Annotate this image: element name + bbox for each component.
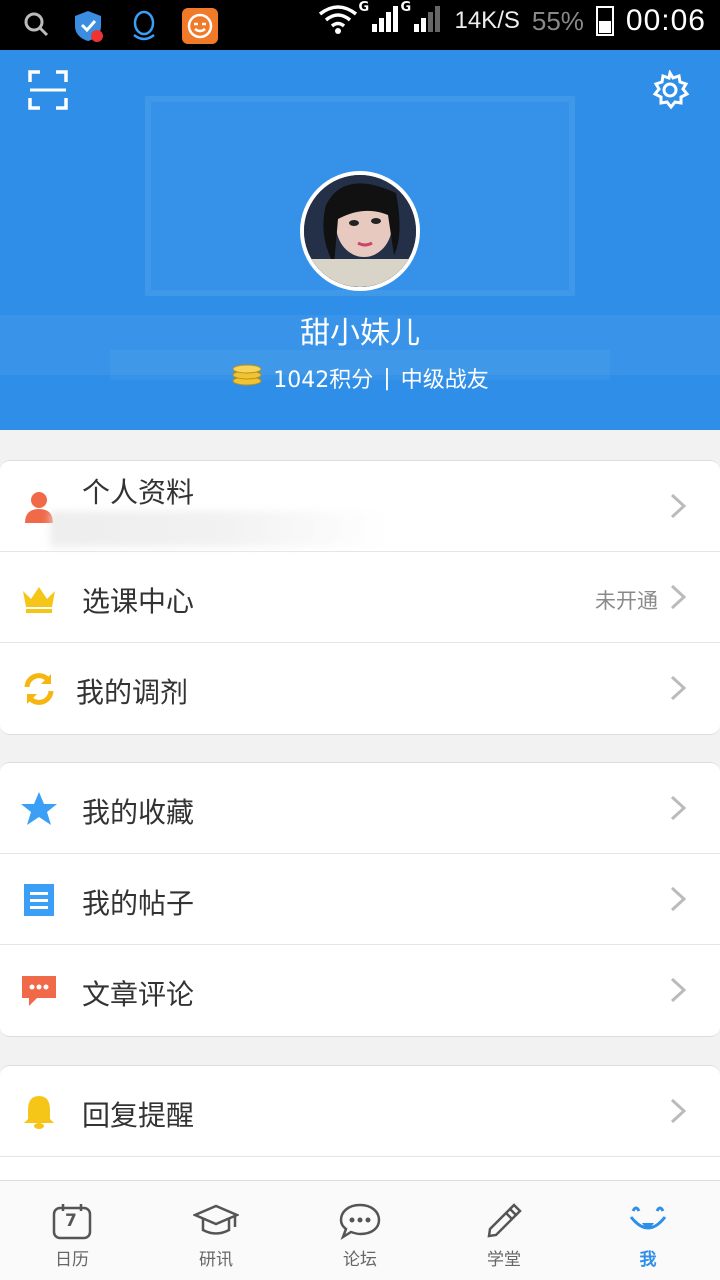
menu-item-profile[interactable]: 个人资料: [0, 461, 720, 552]
menu-item-reply-reminder[interactable]: 回复提醒: [0, 1066, 720, 1157]
tab-me[interactable]: 我: [576, 1181, 720, 1280]
battery-percent: 55%: [531, 5, 584, 36]
tab-forum[interactable]: 论坛: [288, 1181, 432, 1280]
tab-label: 论坛: [343, 1250, 377, 1270]
signal-1: G: [358, 0, 400, 38]
tab-label: 日历: [55, 1250, 89, 1270]
network-speed: 14K/S: [454, 7, 520, 34]
battery-icon: [595, 6, 614, 36]
user-stats: 1042积分 | 中级战友: [0, 362, 720, 394]
avatar[interactable]: [300, 171, 420, 291]
signal-2: G: [400, 0, 442, 38]
status-bar: G G 14K/S 55% 00:06: [0, 0, 720, 50]
tab-school[interactable]: 学堂: [432, 1181, 576, 1280]
bottom-tab-bar: 7 日历 研讯 论坛 学堂 我: [0, 1180, 720, 1280]
network-type-1: G: [358, 0, 370, 15]
comment-icon: [20, 972, 58, 1010]
document-icon: [20, 881, 58, 919]
username: 甜小妹儿: [300, 316, 420, 351]
tab-calendar[interactable]: 7 日历: [0, 1181, 144, 1280]
tab-label: 我: [639, 1250, 657, 1270]
tab-label: 研讯: [199, 1250, 233, 1270]
chevron-right-icon: [668, 795, 688, 821]
menu-group-profile: 个人资料 选课中心 未开通 我的调剂: [0, 460, 720, 735]
security-app-icon: [70, 8, 106, 44]
menu-item-label: 个人资料: [82, 476, 195, 509]
blurred-content: [50, 511, 390, 547]
crown-icon: [20, 579, 58, 617]
level-badge: 中级战友: [400, 368, 489, 393]
chevron-right-icon: [668, 886, 688, 912]
menu-item-label: 选课中心: [82, 585, 195, 618]
menu-group-notifications: 回复提醒: [0, 1065, 720, 1185]
graduation-cap-icon: [193, 1201, 239, 1241]
tab-news[interactable]: 研讯: [144, 1181, 288, 1280]
chevron-right-icon: [668, 675, 688, 701]
menu-item-label: 我的调剂: [76, 676, 189, 709]
scan-icon[interactable]: [28, 70, 68, 110]
coins-icon: [231, 364, 263, 392]
qq-icon: [126, 8, 162, 44]
wifi-icon: [318, 4, 358, 38]
status-badge: 未开通: [595, 589, 658, 613]
profile-header: 甜小妹儿 1042积分 | 中级战友: [0, 50, 720, 430]
network-type-2: G: [400, 0, 412, 15]
menu-group-content: 我的收藏 我的帖子 文章评论: [0, 762, 720, 1037]
bell-icon: [20, 1093, 58, 1131]
menu-item-adjustment[interactable]: 我的调剂: [0, 643, 720, 734]
calendar-day: 7: [65, 1211, 77, 1231]
chevron-right-icon: [668, 1098, 688, 1124]
stats-separator: |: [383, 365, 391, 391]
menu-item-label: 我的帖子: [82, 887, 195, 920]
menu-item-favorites[interactable]: 我的收藏: [0, 763, 720, 854]
search-icon: [22, 10, 50, 42]
menu-item-course-center[interactable]: 选课中心 未开通: [0, 552, 720, 643]
chevron-right-icon: [668, 584, 688, 610]
points-value: 1042积分: [273, 368, 374, 393]
tab-label: 学堂: [487, 1250, 521, 1270]
smile-icon: [625, 1201, 671, 1241]
pencil-icon: [481, 1201, 527, 1241]
chat-bubble-icon: [337, 1201, 383, 1241]
menu-item-label: 我的收藏: [82, 796, 195, 829]
menu-item-label: 文章评论: [82, 978, 195, 1011]
chevron-right-icon: [668, 977, 688, 1003]
star-icon: [20, 790, 58, 828]
menu-item-my-posts[interactable]: 我的帖子: [0, 854, 720, 945]
menu-item-article-comments[interactable]: 文章评论: [0, 945, 720, 1036]
app-face-icon: [182, 8, 218, 44]
menu-item-label: 回复提醒: [82, 1099, 195, 1132]
refresh-icon: [20, 670, 58, 708]
gear-icon[interactable]: [650, 68, 690, 110]
chevron-right-icon: [668, 493, 688, 519]
clock: 00:06: [625, 4, 706, 37]
calendar-icon: 7: [49, 1201, 95, 1241]
